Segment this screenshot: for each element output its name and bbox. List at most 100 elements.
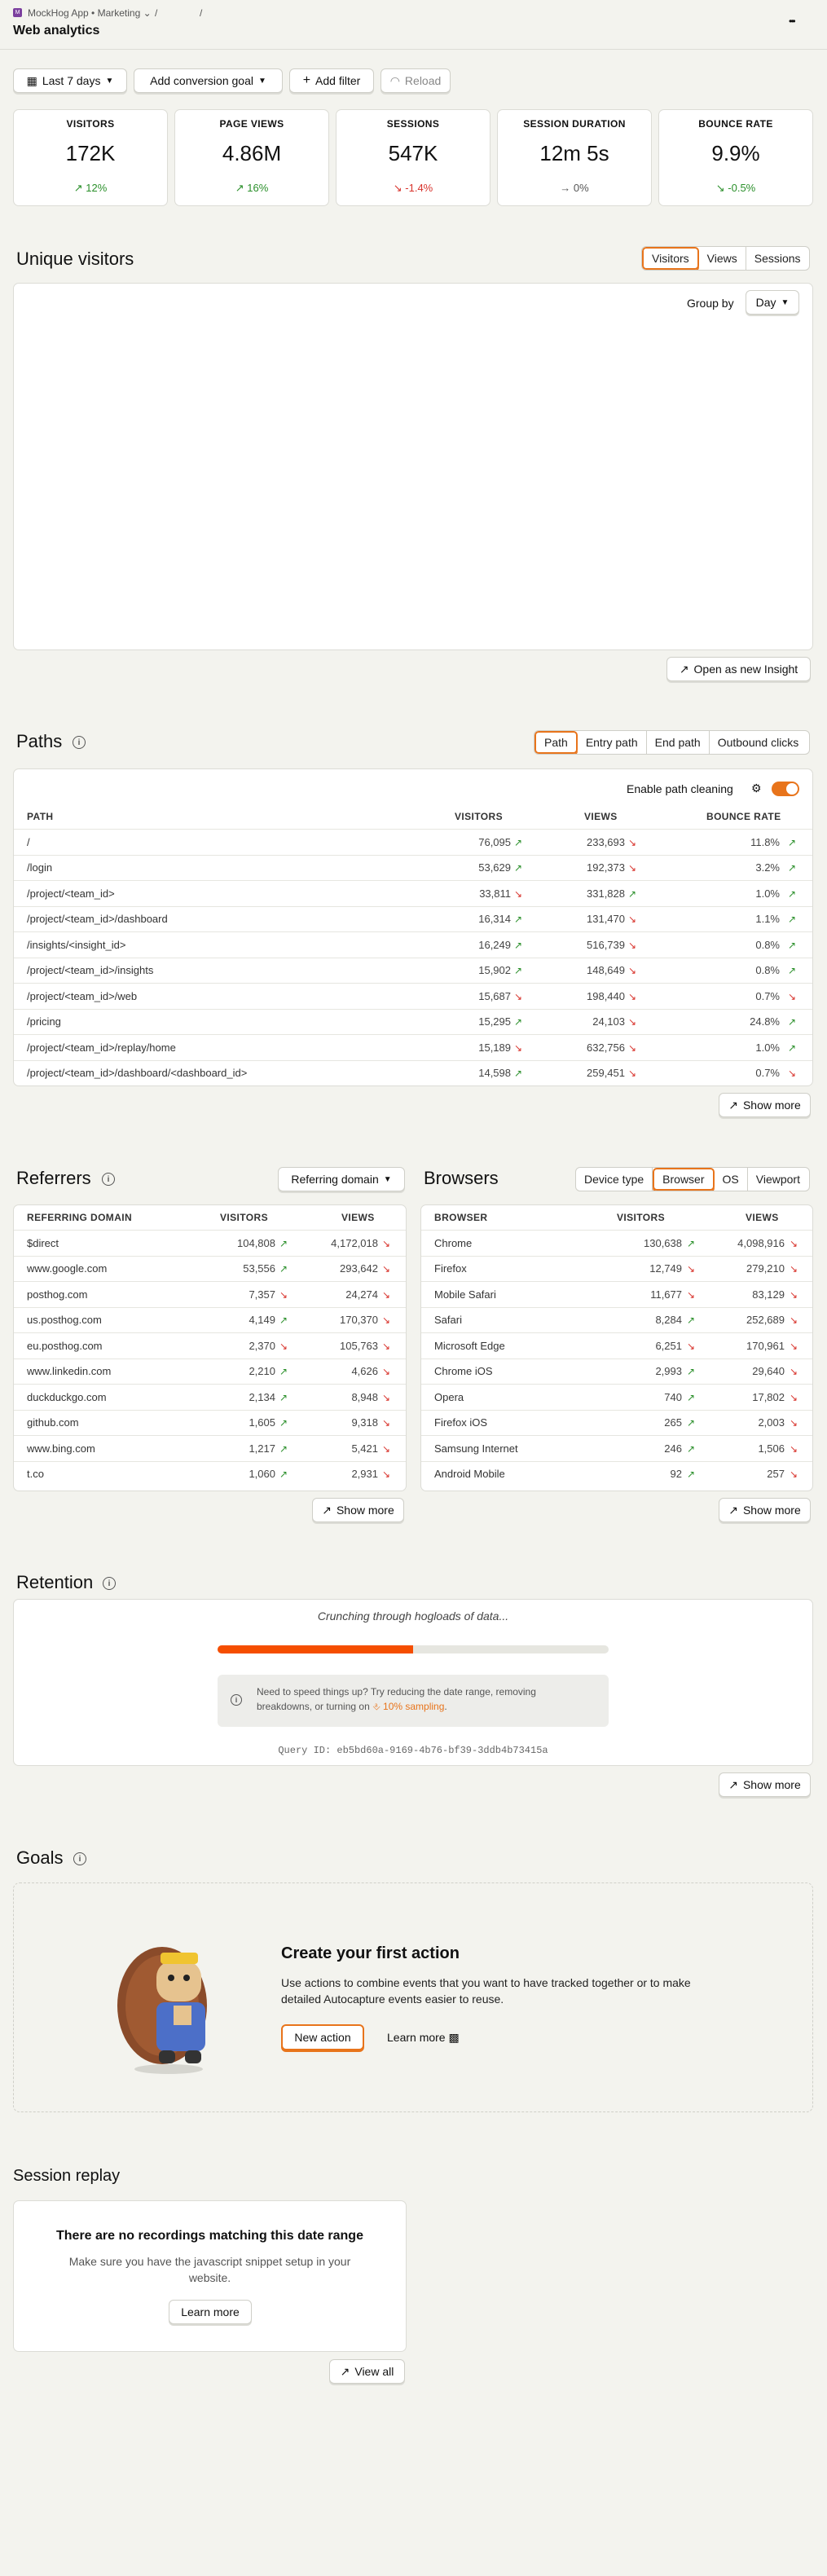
view-all-button[interactable]: ↗ View all (329, 2359, 405, 2384)
table-row[interactable]: eu.posthog.com 2,370 ↘ 105,763 ↘ (14, 1332, 406, 1358)
referrers-title: Referrers (16, 1168, 91, 1188)
table-row[interactable]: Microsoft Edge 6,251 ↘ 170,961 ↘ (421, 1332, 812, 1358)
referrers-show-more-button[interactable]: ↗ Show more (312, 1498, 404, 1522)
info-icon[interactable]: i (102, 1173, 115, 1186)
stat-trend: 0% (573, 182, 589, 194)
table-row[interactable]: /login 53,629 ↗ 192,373 ↘ 3.2% ↗ (14, 854, 812, 880)
table-row[interactable]: us.posthog.com 4,149 ↗ 170,370 ↘ (14, 1306, 406, 1332)
trend-up-icon: ↗ (687, 1469, 696, 1480)
trend-down-icon: ↘ (382, 1263, 391, 1275)
page-title: Web analytics (13, 24, 100, 37)
trend-up-icon: ↗ (788, 862, 797, 874)
trend-up-icon: ↗ (788, 1041, 797, 1054)
table-row[interactable]: /project/<team_id>/web 15,687 ↘ 198,440 ↘ 0.7… (14, 983, 812, 1008)
table-row[interactable]: $direct 104,808 ↗ 4,172,018 ↘ (14, 1230, 406, 1255)
session-replay-card: There are no recordings matching this da… (13, 2200, 407, 2352)
info-icon[interactable]: i (73, 1852, 86, 1865)
table-row[interactable]: github.com 1,605 ↗ 9,318 ↘ (14, 1409, 406, 1435)
table-row[interactable]: www.bing.com 1,217 ↗ 5,421 ↘ (14, 1435, 406, 1460)
add-filter-button[interactable]: + Add filter (289, 68, 374, 93)
trend-down-icon: ↘ (628, 1041, 637, 1054)
browsers-show-more-button[interactable]: ↗ Show more (719, 1498, 811, 1522)
loading-message: Crunching through hogloads of data... (317, 1609, 509, 1623)
browsers-title: Browsers (424, 1168, 499, 1188)
browsers-table: BROWSER VISITORS VIEWS Chrome 130,638 ↗ 4,098,… (420, 1204, 813, 1491)
tab-path[interactable]: Path (534, 731, 578, 754)
tab-outbound-clicks[interactable]: Outbound clicks (710, 731, 807, 754)
table-row[interactable]: posthog.com 7,357 ↘ 24,274 ↘ (14, 1281, 406, 1306)
trend-up-icon: ↗ (687, 1366, 696, 1377)
table-row[interactable]: Chrome iOS 2,993 ↗ 29,640 ↘ (421, 1358, 812, 1384)
new-action-button[interactable]: New action (281, 2024, 364, 2050)
retention-card: Crunching through hogloads of data... i … (13, 1599, 813, 1766)
table-header: PATH VISITORS VIEWS BOUNCE RATE (27, 811, 781, 822)
info-icon[interactable]: i (73, 736, 86, 749)
trend-down-icon: ↘ (628, 965, 637, 976)
stat-value: 172K (65, 141, 116, 165)
retention-show-more-button[interactable]: ↗ Show more (719, 1772, 811, 1797)
paths-title: Paths (16, 731, 63, 751)
trend-up-icon: ↗ (788, 887, 797, 900)
external-link-icon: ↗ (340, 2364, 350, 2378)
table-row[interactable]: /project/<team_id> 33,811 ↘ 331,828 ↗ 1.0% ↗ (14, 880, 812, 905)
table-row[interactable]: Chrome 130,638 ↗ 4,098,916 ↘ (421, 1230, 812, 1255)
table-row[interactable]: www.google.com 53,556 ↗ 293,642 ↘ (14, 1255, 406, 1281)
trend-up-icon: ↗ (628, 887, 637, 900)
table-row[interactable]: Firefox 12,749 ↘ 279,210 ↘ (421, 1255, 812, 1281)
tab-browser[interactable]: Browser (653, 1168, 715, 1191)
reload-button[interactable]: ◠ Reload (381, 68, 451, 93)
tab-entry-path[interactable]: Entry path (578, 731, 647, 754)
table-row[interactable]: /76,095 ↗ 233,693 ↘ 11.8% ↗ (14, 829, 812, 854)
table-row[interactable]: duckduckgo.com 2,134 ↗ 8,948 ↘ (14, 1384, 406, 1409)
app-icon[interactable]: M (13, 8, 22, 17)
trend-down-icon: ↘ (279, 1288, 288, 1301)
tab-visitors[interactable]: Visitors (642, 247, 699, 270)
path-cleaning-toggle[interactable] (772, 782, 799, 796)
trend-down-icon: ↘ (790, 1288, 798, 1301)
table-row[interactable]: Samsung Internet 246 ↗ 1,506 ↘ (421, 1435, 812, 1460)
more-menu-button[interactable]: ••• (789, 15, 795, 27)
breadcrumb-org[interactable]: MockHog App • Marketing ⌄ (28, 7, 152, 19)
info-icon[interactable]: i (103, 1577, 116, 1590)
table-row[interactable]: t.co 1,060 ↗ 2,931 ↘ (14, 1460, 406, 1486)
table-row[interactable]: Mobile Safari 11,677 ↘ 83,129 ↘ (421, 1281, 812, 1306)
progress-fill (218, 1645, 413, 1653)
tab-views[interactable]: Views (699, 247, 746, 270)
group-by-select[interactable]: Day ▼ (746, 290, 799, 315)
table-row[interactable]: Firefox iOS 265 ↗ 2,003 ↘ (421, 1409, 812, 1435)
tab-device-type[interactable]: Device type (576, 1168, 653, 1191)
unique-visitors-chart (13, 283, 813, 650)
table-row[interactable]: /project/<team_id>/insights 15,902 ↗ 148,64… (14, 957, 812, 983)
table-row[interactable]: /project/<team_id>/dashboard 16,314 ↗ 131,4… (14, 905, 812, 931)
learn-more-link[interactable]: Learn more ▩ (387, 2031, 460, 2045)
stat-value: 9.9% (711, 141, 760, 165)
settings-icon[interactable]: ⚙ (751, 782, 762, 795)
trend-up-icon: ↗ (687, 1417, 696, 1429)
table-row[interactable]: /project/<team_id>/dashboard/<dashboard_… (14, 1059, 812, 1085)
tab-sessions[interactable]: Sessions (746, 247, 809, 270)
replay-learn-more-button[interactable]: Learn more (169, 2300, 252, 2324)
referring-domain-select[interactable]: Referring domain ▼ (278, 1167, 405, 1191)
table-row[interactable]: Opera 740 ↗ 17,802 ↘ (421, 1384, 812, 1409)
table-row[interactable]: /project/<team_id>/replay/home 15,189 ↘ 632… (14, 1034, 812, 1059)
sampling-link[interactable]: ⎀ 10% sampling (372, 1701, 444, 1712)
tab-end-path[interactable]: End path (647, 731, 710, 754)
breadcrumb-separator: / (200, 7, 203, 19)
add-conversion-goal-button[interactable]: Add conversion goal ▼ (134, 68, 283, 93)
query-id: Query ID: eb5bd60a-9169-4b76-bf39-3ddb4b… (278, 1745, 548, 1756)
table-row[interactable]: www.linkedin.com 2,210 ↗ 4,626 ↘ (14, 1358, 406, 1384)
table-row[interactable]: /pricing 15,295 ↗ 24,103 ↘ 24.8% ↗ (14, 1008, 812, 1034)
paths-show-more-button[interactable]: ↗ Show more (719, 1093, 811, 1117)
trend-down-icon: ↘ (715, 182, 725, 194)
trend-up-icon: ↗ (279, 1417, 288, 1429)
tab-viewport[interactable]: Viewport (748, 1168, 808, 1191)
table-row[interactable]: Android Mobile 92 ↗ 257 ↘ (421, 1460, 812, 1486)
open-as-insight-button[interactable]: ↗ Open as new Insight (666, 657, 811, 681)
trend-down-icon: ↘ (790, 1314, 798, 1326)
tab-os[interactable]: OS (715, 1168, 748, 1191)
table-row[interactable]: Safari 8,284 ↗ 252,689 ↘ (421, 1306, 812, 1332)
date-range-button[interactable]: ▦ Last 7 days ▼ (13, 68, 127, 93)
trend-down-icon: ↘ (382, 1366, 391, 1377)
trend-up-icon: ↗ (279, 1469, 288, 1480)
table-row[interactable]: /insights/<insight_id> 16,249 ↗ 516,739 ↘ 0.8… (14, 931, 812, 957)
